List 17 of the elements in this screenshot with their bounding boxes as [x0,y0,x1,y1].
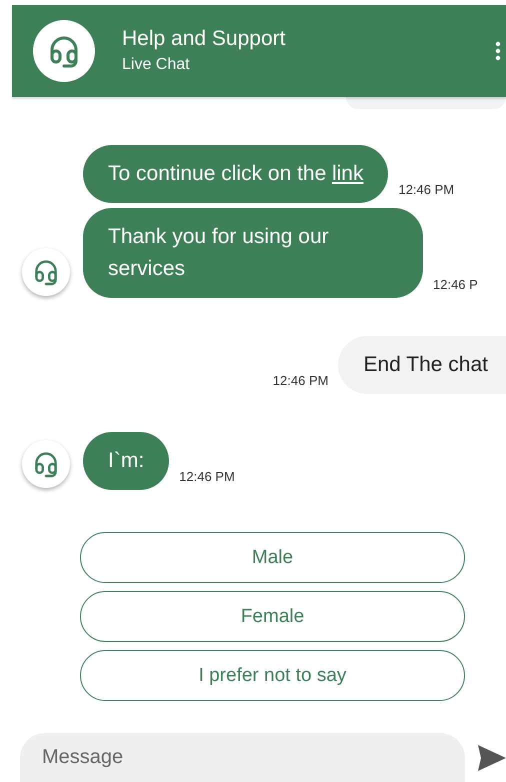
more-menu-icon[interactable] [495,41,501,61]
message-time: 12:46 PM [179,469,235,484]
message-time: 12:46 PM [272,373,328,388]
message-text: End The chat [363,353,488,376]
message-text: To continue click on the link [108,162,364,185]
chat-subtitle: Live Chat [122,55,191,75]
message-link[interactable]: link [332,162,364,185]
message-time: 12:46 PM [398,182,454,197]
reply-option-button[interactable]: I prefer not to say [80,650,465,701]
message-text: I`m: [108,449,144,472]
reply-option-button[interactable]: Female [80,591,465,642]
message-text: Thank you for using our services [108,225,329,280]
reply-option-button[interactable]: Male [80,532,465,583]
chat-title: Help and Support [122,26,286,52]
message-time: 12:46 P [433,277,478,292]
message-input[interactable]: Message [20,733,465,782]
send-icon[interactable] [478,744,506,770]
